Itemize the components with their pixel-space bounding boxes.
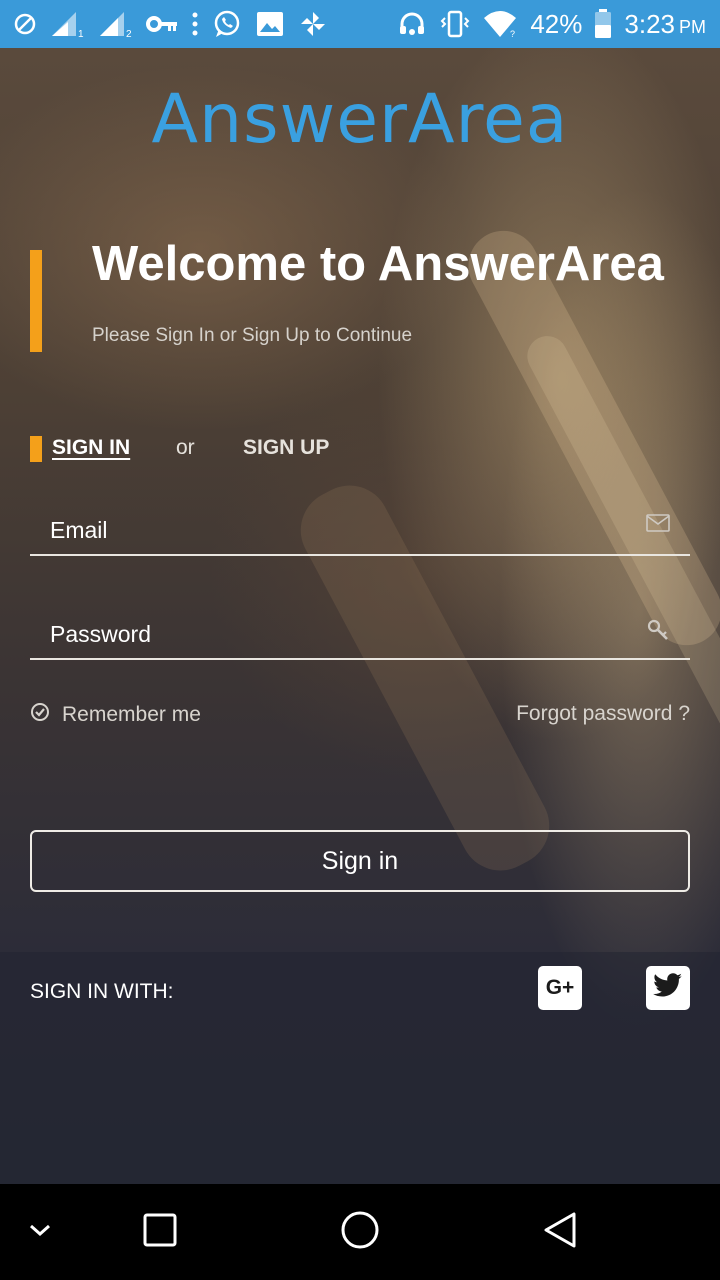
- triangle-back-icon: [542, 1211, 578, 1254]
- app-logo: AnswerArea: [151, 80, 569, 159]
- forgot-password-link[interactable]: Forgot password ?: [516, 702, 690, 726]
- svg-text:1: 1: [78, 29, 84, 38]
- gallery-icon: [256, 11, 284, 37]
- check-circle-icon[interactable]: [30, 702, 50, 727]
- status-bar: 1 2 ? 42% 3:23 PM: [0, 0, 720, 48]
- nav-back-button[interactable]: [536, 1184, 584, 1280]
- tab-sign-in[interactable]: SIGN IN: [52, 436, 130, 460]
- twitter-button[interactable]: [646, 966, 690, 1010]
- welcome-subtitle: Please Sign In or Sign Up to Continue: [92, 325, 413, 346]
- remember-me-label: Remember me: [62, 702, 201, 726]
- do-not-disturb-icon: [14, 13, 36, 35]
- vpn-key-icon: [146, 14, 178, 34]
- tab-sign-up[interactable]: SIGN UP: [243, 436, 329, 460]
- password-input[interactable]: [50, 614, 630, 654]
- clock-ampm: PM: [679, 16, 706, 37]
- twitter-icon: [653, 972, 683, 1004]
- welcome-accent-bar: [30, 250, 42, 352]
- active-tab-marker: [30, 436, 42, 462]
- sign-in-button[interactable]: Sign in: [30, 830, 690, 892]
- svg-text:?: ?: [510, 29, 515, 38]
- email-field: [30, 502, 690, 556]
- nav-home-button[interactable]: [336, 1184, 384, 1280]
- chevron-down-icon: [28, 1223, 52, 1242]
- battery-percent: 42%: [530, 8, 583, 39]
- svg-text:2: 2: [126, 29, 132, 38]
- google-plus-button[interactable]: G+: [538, 966, 582, 1010]
- signal-sim2-icon: 2: [98, 10, 132, 38]
- signal-sim1-icon: 1: [50, 10, 84, 38]
- pinwheel-icon: [298, 9, 328, 39]
- google-plus-icon: G+: [545, 976, 575, 999]
- remember-me-toggle[interactable]: Remember me: [30, 702, 201, 727]
- headset-mic-icon: [398, 11, 428, 37]
- wifi-icon: ?: [482, 10, 518, 38]
- clock: 3:23 PM: [624, 9, 706, 40]
- system-nav-bar: [0, 1184, 720, 1280]
- email-input[interactable]: [50, 510, 630, 550]
- tab-separator: or: [176, 436, 195, 459]
- clock-time: 3:23: [624, 8, 675, 39]
- circle-icon: [340, 1210, 380, 1255]
- sign-in-with-label: SIGN IN WITH:: [30, 980, 174, 1003]
- welcome-title: Welcome to AnswerArea: [92, 237, 664, 291]
- envelope-icon: [646, 514, 670, 537]
- vibrate-icon: [440, 10, 470, 38]
- square-icon: [143, 1213, 177, 1252]
- nav-hide-button[interactable]: [16, 1184, 64, 1280]
- battery-icon: [594, 9, 612, 39]
- more-vertical-icon: [192, 12, 198, 36]
- key-icon: [646, 618, 670, 647]
- nav-recents-button[interactable]: [136, 1184, 184, 1280]
- whatsapp-icon: [212, 9, 242, 39]
- password-field: [30, 606, 690, 660]
